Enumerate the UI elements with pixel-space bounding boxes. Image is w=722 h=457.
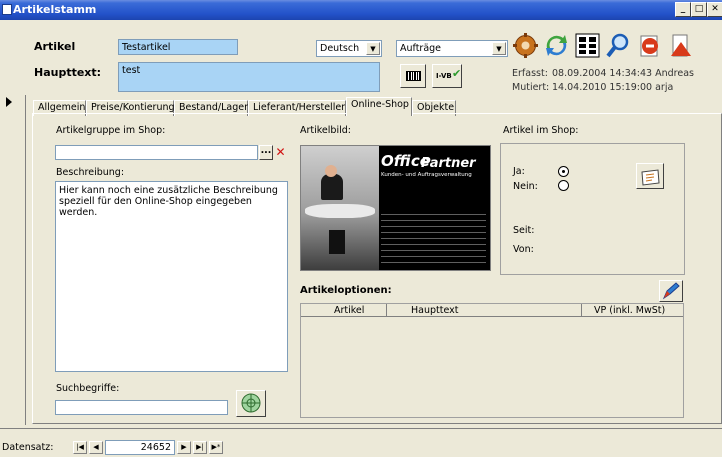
refresh-icon[interactable] bbox=[543, 32, 570, 59]
clear-icon[interactable]: ✕ bbox=[274, 145, 287, 160]
pencil-icon bbox=[662, 282, 680, 300]
previous-record-button[interactable]: ◀ bbox=[89, 441, 103, 454]
new-record-button[interactable]: ▶* bbox=[209, 441, 223, 454]
von-label: Von: bbox=[513, 244, 534, 255]
form-icon bbox=[2, 4, 12, 15]
ivb-label: I-VB bbox=[436, 72, 452, 80]
shop-publish-button[interactable] bbox=[636, 163, 664, 189]
language-select[interactable]: Deutsch ▼ bbox=[316, 40, 382, 57]
column-divider bbox=[581, 304, 582, 317]
chevron-down-icon[interactable]: ▼ bbox=[366, 42, 380, 55]
nein-label: Nein: bbox=[513, 181, 538, 192]
language-selected: Deutsch bbox=[320, 43, 360, 54]
suchbegriffe-label: Suchbegriffe: bbox=[56, 383, 120, 394]
artikelgruppe-browse-button[interactable]: ... bbox=[259, 145, 273, 160]
close-form-icon[interactable] bbox=[667, 32, 694, 59]
suchbegriffe-input[interactable] bbox=[55, 400, 228, 415]
table-header: Artikel Haupttext VP (inkl. MwSt) bbox=[301, 304, 683, 317]
mutiert-value: 14.04.2010 15:19:00 arja bbox=[552, 82, 674, 93]
artikelgruppe-label: Artikelgruppe im Shop: bbox=[56, 125, 166, 136]
beschreibung-label: Beschreibung: bbox=[56, 167, 125, 178]
globe-search-icon bbox=[241, 393, 261, 413]
brand-bottom: Partner bbox=[421, 156, 476, 171]
artikel-image[interactable]: Office Partner Kunden- und Auftragsverwa… bbox=[300, 145, 491, 271]
erfasst-label: Erfasst: bbox=[512, 68, 548, 79]
shopping-bag-icon bbox=[641, 169, 660, 186]
chevron-down-icon[interactable]: ▼ bbox=[492, 42, 506, 55]
person-head bbox=[325, 165, 337, 177]
barcode-icon bbox=[406, 71, 421, 81]
artikel-field[interactable]: Testartikel bbox=[118, 39, 238, 55]
haupttext-field[interactable]: test bbox=[118, 62, 380, 92]
column-header-artikel[interactable]: Artikel bbox=[334, 305, 364, 316]
context-selected: Aufträge bbox=[400, 43, 442, 54]
barcode-button[interactable] bbox=[400, 64, 426, 88]
suchbegriffe-button[interactable] bbox=[236, 390, 266, 417]
divider bbox=[0, 428, 722, 429]
record-label: Datensatz: bbox=[2, 442, 54, 453]
brand-tagline: Kunden- und Auftragsverwaltung bbox=[381, 172, 472, 178]
current-record-icon bbox=[6, 97, 12, 107]
maximize-button[interactable]: □ bbox=[691, 2, 707, 17]
context-select[interactable]: Aufträge ▼ bbox=[396, 40, 508, 57]
erfasst-value: 08.09.2004 14:34:43 Andreas bbox=[552, 68, 694, 79]
seit-label: Seit: bbox=[513, 225, 535, 236]
artikeloptionen-edit-button[interactable] bbox=[659, 280, 683, 302]
artikeloptionen-table[interactable]: Artikel Haupttext VP (inkl. MwSt) bbox=[300, 303, 684, 418]
ja-radio[interactable] bbox=[558, 166, 569, 177]
record-selector[interactable] bbox=[0, 95, 26, 425]
artikelgruppe-input[interactable] bbox=[55, 145, 258, 160]
window-title: Artikelstamm bbox=[13, 3, 97, 16]
record-number-input[interactable]: 24652 bbox=[105, 440, 175, 455]
column-header-vp[interactable]: VP (inkl. MwSt) bbox=[594, 305, 665, 316]
last-record-button[interactable]: ▶| bbox=[193, 441, 207, 454]
minimize-button[interactable]: _ bbox=[675, 2, 691, 17]
settings-gear-icon[interactable] bbox=[512, 32, 539, 59]
grid-view-icon[interactable] bbox=[574, 32, 601, 59]
delete-record-icon[interactable] bbox=[636, 32, 663, 59]
tab-online-shop[interactable]: Online-Shop bbox=[346, 97, 412, 116]
search-icon[interactable] bbox=[605, 32, 632, 59]
fine-print bbox=[381, 214, 486, 266]
column-divider bbox=[386, 304, 387, 317]
first-record-button[interactable]: |◀ bbox=[73, 441, 87, 454]
check-icon: ✔ bbox=[452, 67, 462, 80]
close-button[interactable]: ✕ bbox=[707, 2, 722, 17]
artikeloptionen-label: Artikeloptionen: bbox=[300, 285, 392, 296]
artikelbild-label: Artikelbild: bbox=[300, 125, 351, 136]
mutiert-label: Mutiert: bbox=[512, 82, 550, 93]
artikel-im-shop-label: Artikel im Shop: bbox=[503, 125, 579, 136]
next-record-button[interactable]: ▶ bbox=[177, 441, 191, 454]
ivb-button[interactable]: I-VB ✔ bbox=[432, 64, 462, 88]
application-window: Artikelstamm _ □ ✕ Artikel Testartikel H… bbox=[0, 0, 722, 457]
nein-radio[interactable] bbox=[558, 180, 569, 191]
person-figure bbox=[321, 174, 343, 200]
title-bar[interactable]: Artikelstamm _ □ ✕ bbox=[0, 0, 722, 20]
beschreibung-textarea[interactable]: Hier kann noch eine zusätzliche Beschrei… bbox=[55, 181, 288, 372]
photo-area bbox=[301, 146, 379, 270]
chair-shape bbox=[329, 230, 345, 254]
artikel-label: Artikel bbox=[34, 40, 76, 53]
desk-shape bbox=[305, 204, 375, 218]
haupttext-label: Haupttext: bbox=[34, 66, 102, 79]
column-header-haupttext[interactable]: Haupttext bbox=[411, 305, 459, 316]
ja-label: Ja: bbox=[513, 166, 525, 177]
